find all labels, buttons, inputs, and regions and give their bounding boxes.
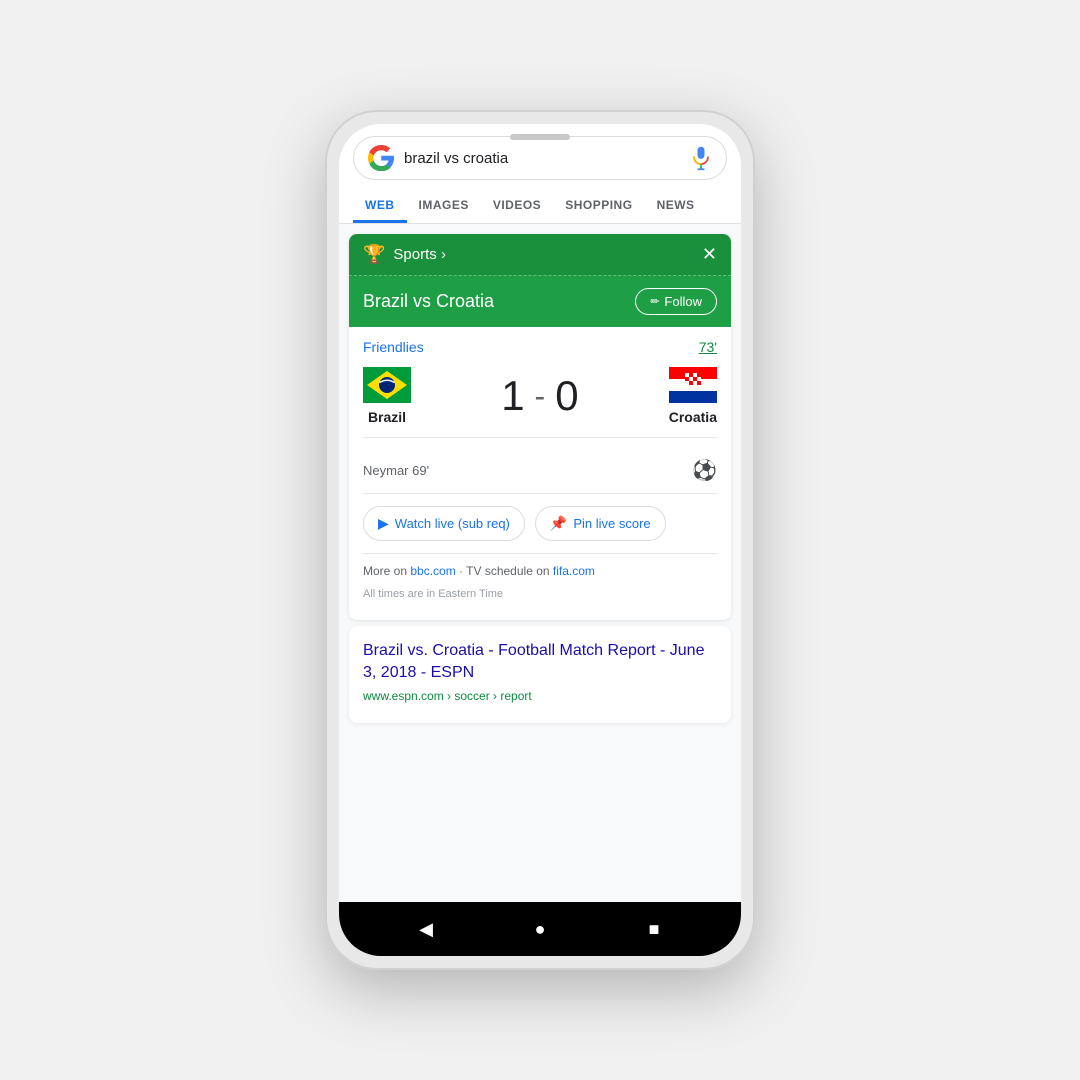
back-button[interactable]: ◀: [414, 917, 438, 941]
fifa-link[interactable]: fifa.com: [553, 564, 595, 578]
result-url: www.espn.com › soccer › report: [363, 689, 717, 703]
team-home: Brazil: [363, 367, 411, 425]
brazil-flag: [363, 367, 411, 403]
more-links: More on bbc.com · TV schedule on fifa.co…: [363, 554, 717, 584]
phone-device: brazil vs croatia WEB IMAGES VIDEOS: [325, 110, 755, 970]
main-scroll[interactable]: 🏆 Sports › ✕ Brazil vs Croatia ✏ Follow: [339, 224, 741, 902]
close-button[interactable]: ✕: [702, 244, 717, 265]
recent-button[interactable]: ■: [642, 917, 666, 941]
sports-card: 🏆 Sports › ✕ Brazil vs Croatia ✏ Follow: [349, 234, 731, 620]
screen-content: brazil vs croatia WEB IMAGES VIDEOS: [339, 124, 741, 956]
score-display: 1 - 0: [501, 372, 578, 420]
timezone-note: All times are in Eastern Time: [363, 584, 717, 608]
watch-label: Watch live (sub req): [395, 516, 510, 531]
team-away-name: Croatia: [669, 409, 717, 425]
pin-score-button[interactable]: 📌 Pin live score: [535, 506, 666, 541]
sports-header: 🏆 Sports › ✕: [349, 234, 731, 275]
team-away: Croatia: [669, 367, 717, 425]
more-mid: · TV schedule on: [456, 564, 553, 578]
tab-videos[interactable]: VIDEOS: [481, 190, 553, 223]
google-logo: [368, 145, 394, 171]
phone-speaker: [510, 134, 570, 140]
pin-label: Pin live score: [573, 516, 650, 531]
match-time[interactable]: 73': [699, 339, 717, 355]
phone-screen: brazil vs croatia WEB IMAGES VIDEOS: [339, 124, 741, 956]
pencil-icon: ✏: [650, 295, 659, 308]
result-title[interactable]: Brazil vs. Croatia - Football Match Repo…: [363, 640, 717, 685]
more-prefix: More on: [363, 564, 410, 578]
bbc-link[interactable]: bbc.com: [410, 564, 455, 578]
croatia-flag: [669, 367, 717, 403]
play-icon: ▶: [378, 515, 389, 532]
tab-news[interactable]: NEWS: [645, 190, 707, 223]
pin-icon: 📌: [550, 515, 567, 532]
microphone-icon[interactable]: [690, 145, 712, 171]
match-title: Brazil vs Croatia: [363, 291, 494, 312]
tab-images[interactable]: IMAGES: [407, 190, 481, 223]
follow-label: Follow: [664, 294, 702, 309]
home-button[interactable]: ●: [528, 917, 552, 941]
search-query: brazil vs croatia: [404, 150, 690, 167]
follow-button[interactable]: ✏ Follow: [635, 288, 717, 315]
score-away: 0: [555, 372, 578, 420]
match-category: Friendlies: [363, 339, 424, 355]
search-bar[interactable]: brazil vs croatia: [353, 136, 727, 180]
soccer-ball-icon: ⚽: [692, 458, 717, 483]
match-meta: Friendlies 73': [363, 339, 717, 355]
score-row: Brazil 1 - 0: [363, 367, 717, 438]
tab-web[interactable]: WEB: [353, 190, 407, 223]
score-home: 1: [501, 372, 524, 420]
sports-match-header: Brazil vs Croatia ✏ Follow: [349, 275, 731, 327]
search-tabs: WEB IMAGES VIDEOS SHOPPING NEWS: [353, 190, 727, 223]
team-home-name: Brazil: [368, 409, 406, 425]
sports-label[interactable]: Sports ›: [393, 246, 446, 263]
scorer-text: Neymar 69': [363, 463, 429, 478]
sports-header-left: 🏆 Sports ›: [363, 244, 446, 265]
match-details: Friendlies 73': [349, 327, 731, 620]
search-result-card[interactable]: Brazil vs. Croatia - Football Match Repo…: [349, 626, 731, 723]
scorer-row: Neymar 69' ⚽: [363, 448, 717, 494]
action-buttons: ▶ Watch live (sub req) 📌 Pin live score: [363, 494, 717, 554]
android-nav-bar: ◀ ● ■: [339, 902, 741, 956]
score-sep: -: [535, 378, 546, 415]
tab-shopping[interactable]: SHOPPING: [553, 190, 644, 223]
trophy-icon: 🏆: [363, 244, 385, 265]
watch-live-button[interactable]: ▶ Watch live (sub req): [363, 506, 525, 541]
